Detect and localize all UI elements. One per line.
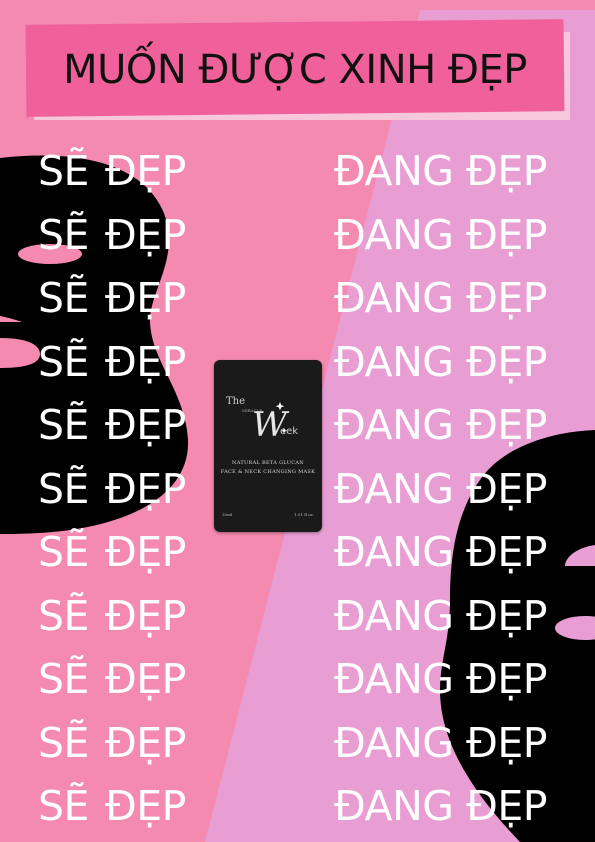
product-volume-floz: 1.01 fl.oz. [294,512,314,517]
left-row: SẼ ĐẸP [38,458,186,522]
left-word-se: SẼ [38,274,89,322]
left-row: SẼ ĐẸP [38,140,186,204]
left-row: SẼ ĐẸP [38,712,186,776]
product-volume-ml: 30ml [222,512,233,517]
left-word-dep: ĐẸP [104,718,186,767]
left-word-dep: ĐẸP [104,147,186,195]
left-word-dep: ĐẸP [104,528,186,576]
left-row: SẼ ĐẸP [38,585,186,649]
left-word-se: SẼ [38,401,89,449]
left-word-se: SẼ [38,718,89,767]
left-word-dep: ĐẸP [104,210,186,259]
left-row: SẼ ĐẸP [38,648,186,712]
left-row: SẼ ĐẸP [38,521,186,585]
left-row: SẼ ĐẸP [38,331,186,395]
left-word-dep: ĐẸP [104,337,186,386]
right-row: ĐANG ĐẸP [334,274,547,322]
left-word-se: SẼ [38,337,89,386]
left-word-se: SẼ [38,782,89,830]
right-row: ĐANG ĐẸP [334,591,547,640]
product-logo: The MIRACLE W eek [226,396,298,445]
logo-w: W [252,405,290,445]
left-word-se: SẼ [38,591,89,640]
right-row: ĐANG ĐẸP [334,718,547,767]
product-line-1: NATURAL BETA GLUCAN [232,460,304,466]
left-word-se: SẼ [38,655,89,703]
right-row: ĐANG ĐẸP [334,147,547,195]
left-column: SẼ ĐẸP SẼ ĐẸP SẼ ĐẸP SẼ ĐẸP SẼ ĐẸP SẼ ĐẸP SẼ ĐẸP SẼ ĐẸP… [38,140,186,839]
left-row: SẼ ĐẸP [38,267,186,331]
right-row: ĐANG ĐẸP [334,782,547,830]
left-word-se: SẼ [38,464,89,513]
left-word-dep: ĐẸP [104,591,186,640]
right-row: ĐANG ĐẸP [334,655,547,703]
right-row: ĐANG ĐẸP [334,464,547,513]
left-row: SẼ ĐẸP [38,204,186,268]
left-row: SẼ ĐẸP [38,775,186,839]
left-row: SẼ ĐẸP [38,394,186,458]
right-column: ĐANG ĐẸP ĐANG ĐẸP ĐANG ĐẸP ĐANG ĐẸP ĐANG ĐẸP… [334,140,547,839]
headline-text: MUỐN ĐƯỢC XINH ĐẸP [63,47,527,93]
product-line-2: FACE & NECK CHANGING MASK [220,469,316,475]
left-word-se: SẼ [38,210,89,259]
poster: MUỐN ĐƯỢC XINH ĐẸP SẼ ĐẸP SẼ ĐẸP SẼ ĐẸP SẼ ĐẸP S… [0,0,595,842]
left-word-dep: ĐẸP [104,655,186,703]
left-word-dep: ĐẸP [104,782,186,830]
product-pouch: The MIRACLE W eek NATURAL BETA GLUCAN FA… [214,360,322,532]
logo-eek: eek [280,426,298,437]
left-word-dep: ĐẸP [104,274,186,322]
logo-the: The [226,396,245,407]
right-row: ĐANG ĐẸP [334,337,547,386]
right-row: ĐANG ĐẸP [334,401,547,449]
right-row: ĐANG ĐẸP [334,528,547,576]
left-word-dep: ĐẸP [104,464,186,513]
right-row: ĐANG ĐẸP [334,210,547,259]
left-word-dep: ĐẸP [104,401,186,449]
left-word-se: SẼ [38,147,89,195]
left-word-se: SẼ [38,528,89,576]
